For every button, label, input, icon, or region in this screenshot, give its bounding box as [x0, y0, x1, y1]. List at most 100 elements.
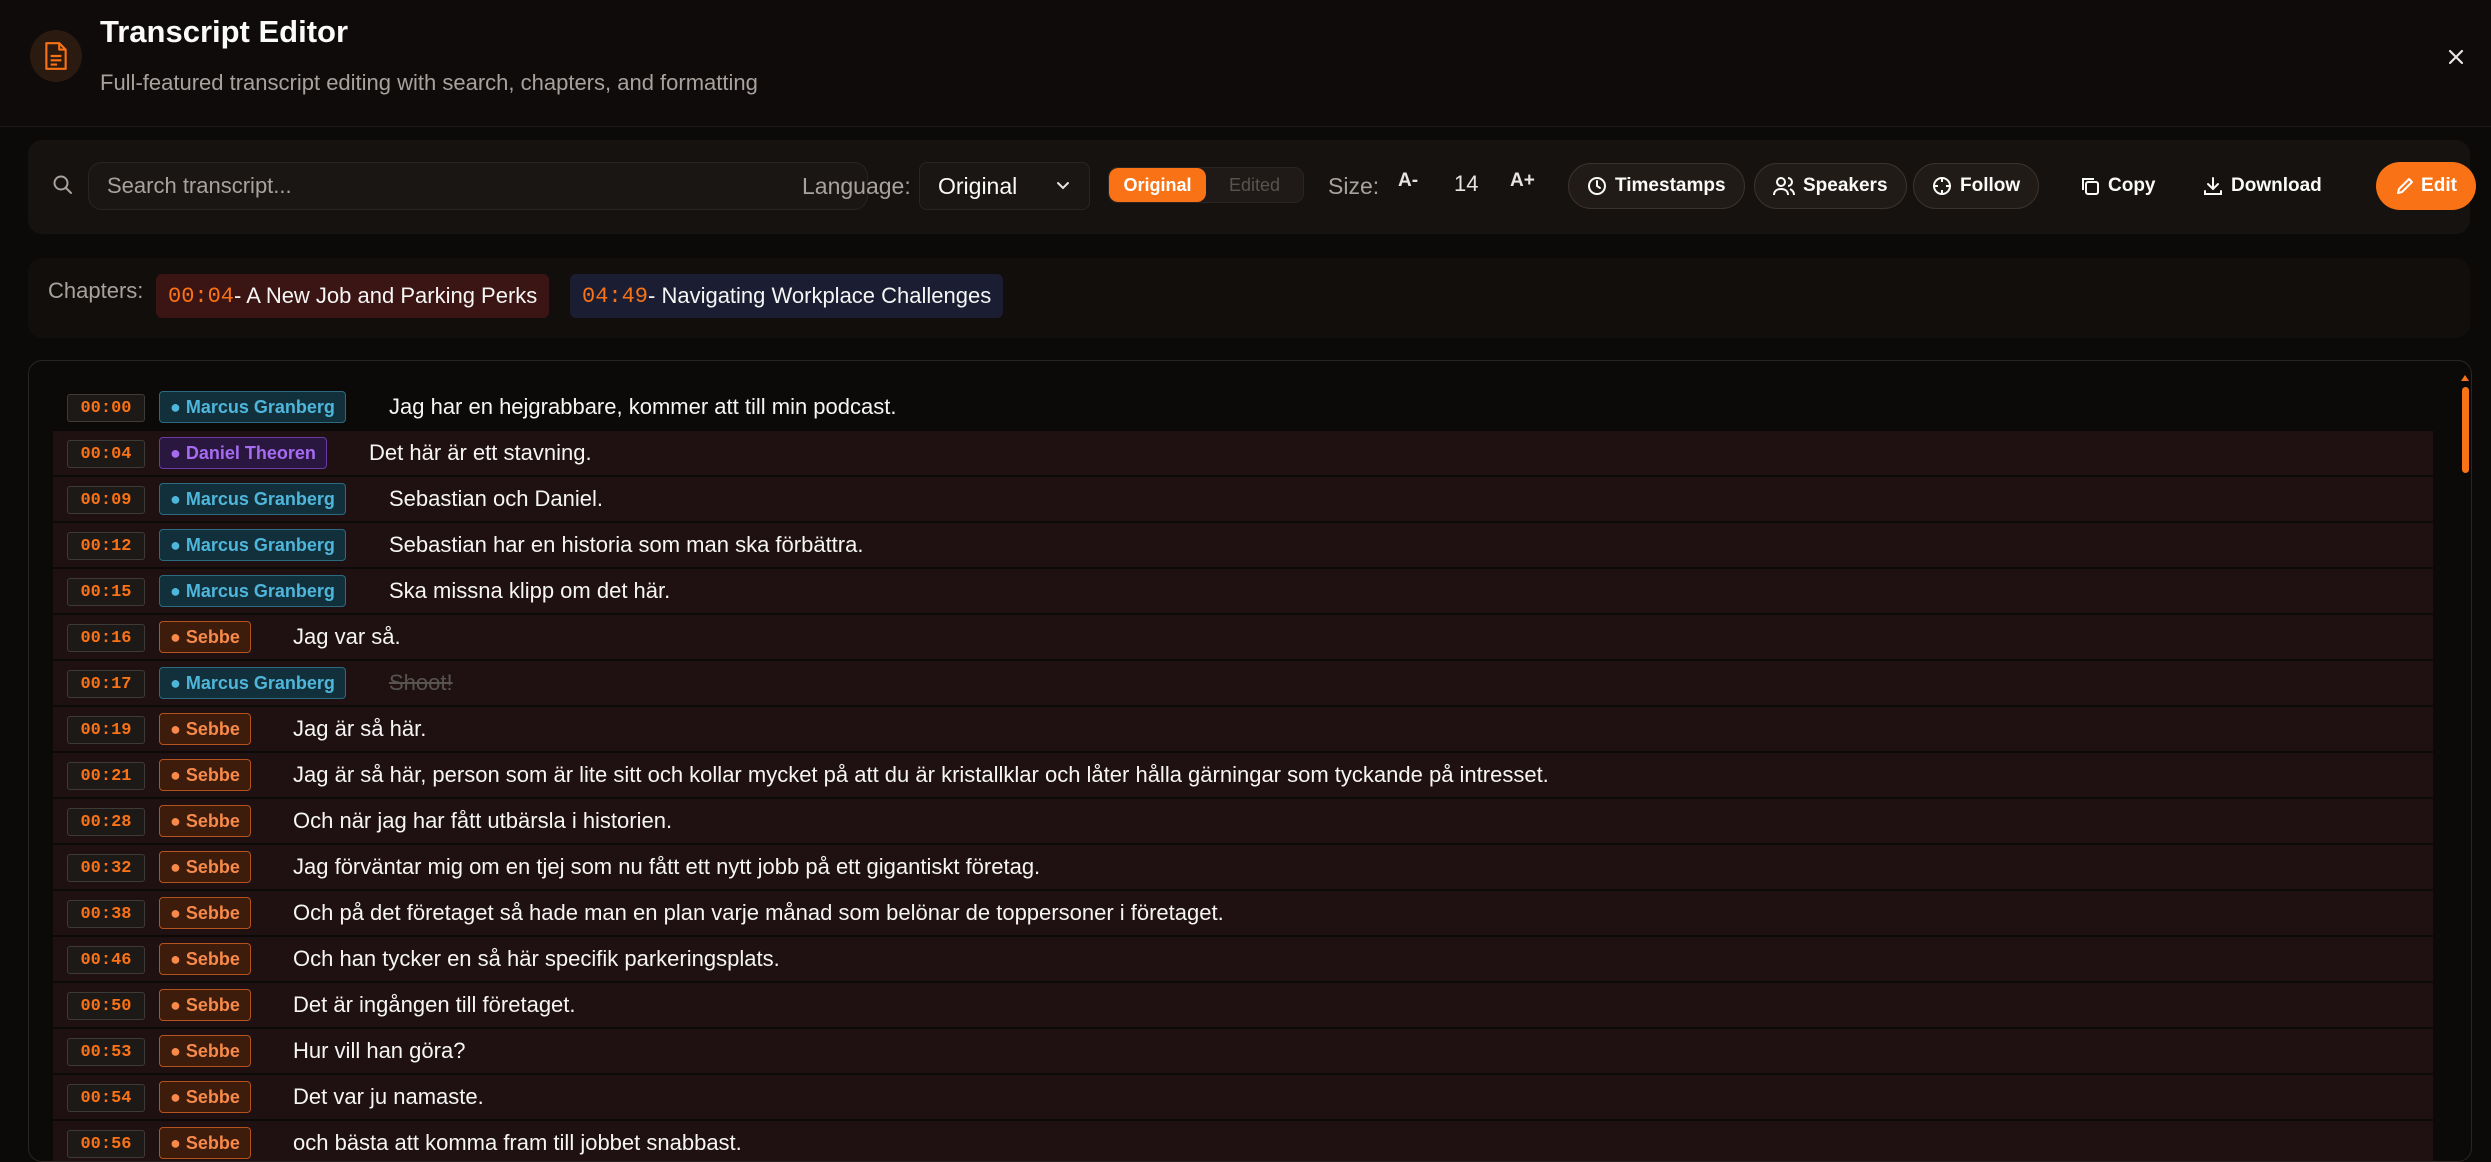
- transcript-row[interactable]: 00:32 ● Sebbe Jag förväntar mig om en tj…: [53, 845, 2433, 889]
- speaker-tag[interactable]: ● Sebbe: [159, 897, 251, 929]
- speaker-tag[interactable]: ● Sebbe: [159, 621, 251, 653]
- transcript-row[interactable]: 00:17 ● Marcus Granberg Shoot!: [53, 661, 2433, 705]
- speaker-tag[interactable]: ● Sebbe: [159, 943, 251, 975]
- segment-text[interactable]: Hur vill han göra?: [293, 1038, 465, 1064]
- page-title: Transcript Editor: [100, 14, 349, 49]
- segment-text[interactable]: och bästa att komma fram till jobbet sna…: [293, 1130, 742, 1156]
- language-select-value: Original: [938, 172, 1018, 199]
- transcript-row[interactable]: 00:46 ● Sebbe Och han tycker en så här s…: [53, 937, 2433, 981]
- close-icon[interactable]: [2439, 40, 2473, 74]
- speaker-tag[interactable]: ● Sebbe: [159, 805, 251, 837]
- segment-text[interactable]: Jag förväntar mig om en tjej som nu fått…: [293, 854, 1040, 880]
- timestamp-badge[interactable]: 00:50: [67, 992, 145, 1020]
- timestamp-badge[interactable]: 00:32: [67, 854, 145, 882]
- size-label: Size:: [1328, 173, 1380, 199]
- transcript-row[interactable]: 00:09 ● Marcus Granberg Sebastian och Da…: [53, 477, 2433, 521]
- font-decrease-button[interactable]: A-: [1398, 170, 1418, 192]
- segment-text[interactable]: Och han tycker en så här specifik parker…: [293, 946, 780, 972]
- language-select[interactable]: Original: [919, 162, 1090, 210]
- speaker-tag[interactable]: ● Sebbe: [159, 851, 251, 883]
- speaker-tag[interactable]: ● Sebbe: [159, 1035, 251, 1067]
- follow-label: Follow: [1960, 175, 2021, 196]
- font-increase-button[interactable]: A+: [1510, 170, 1535, 192]
- chapter-time: 04:49: [582, 283, 649, 309]
- speaker-tag[interactable]: ● Sebbe: [159, 713, 251, 745]
- timestamp-badge[interactable]: 00:17: [67, 670, 145, 698]
- timestamp-badge[interactable]: 00:16: [67, 624, 145, 652]
- segment-text[interactable]: Det är ingången till företaget.: [293, 992, 576, 1018]
- timestamp-badge[interactable]: 00:15: [67, 578, 145, 606]
- copy-button[interactable]: Copy: [2080, 163, 2156, 209]
- transcript-row[interactable]: 00:53 ● Sebbe Hur vill han göra?: [53, 1029, 2433, 1073]
- speaker-tag[interactable]: ● Marcus Granberg: [159, 529, 346, 561]
- edit-label: Edit: [2421, 175, 2457, 196]
- edit-button[interactable]: Edit: [2376, 162, 2476, 210]
- segment-text[interactable]: Ska missna klipp om det här.: [389, 578, 670, 604]
- timestamp-badge[interactable]: 00:53: [67, 1038, 145, 1066]
- timestamp-badge[interactable]: 00:19: [67, 716, 145, 744]
- segment-text[interactable]: Jag är så här, person som är lite sitt o…: [293, 762, 1549, 788]
- segment-text[interactable]: Shoot!: [389, 670, 453, 696]
- transcript-row[interactable]: 00:50 ● Sebbe Det är ingången till föret…: [53, 983, 2433, 1027]
- chapters-bar: Chapters: 00:04 - A New Job and Parking …: [28, 258, 2470, 338]
- search-input[interactable]: [88, 162, 868, 210]
- timestamp-badge[interactable]: 00:00: [67, 394, 145, 422]
- chapter-item[interactable]: 00:04 - A New Job and Parking Perks: [156, 274, 550, 318]
- transcript-panel[interactable]: 00:00 ● Marcus Granberg Jag har en hejgr…: [28, 360, 2472, 1162]
- toggle-original[interactable]: Original: [1109, 168, 1206, 202]
- speaker-tag[interactable]: ● Sebbe: [159, 759, 251, 791]
- scroll-up-arrow-icon[interactable]: [2461, 375, 2469, 381]
- transcript-row[interactable]: 00:28 ● Sebbe Och när jag har fått utbär…: [53, 799, 2433, 843]
- timestamp-badge[interactable]: 00:56: [67, 1130, 145, 1158]
- chevron-down-icon: [1055, 181, 1071, 191]
- speaker-tag[interactable]: ● Marcus Granberg: [159, 667, 346, 699]
- toggle-edited[interactable]: Edited: [1206, 168, 1303, 202]
- speaker-tag[interactable]: ● Sebbe: [159, 1127, 251, 1159]
- transcript-row[interactable]: 00:16 ● Sebbe Jag var så.: [53, 615, 2433, 659]
- chapter-item[interactable]: 04:49 - Navigating Workplace Challenges: [570, 274, 1004, 318]
- speaker-tag[interactable]: ● Marcus Granberg: [159, 391, 346, 423]
- timestamp-badge[interactable]: 00:38: [67, 900, 145, 928]
- timestamps-toggle[interactable]: Timestamps: [1568, 163, 1745, 209]
- timestamp-badge[interactable]: 00:28: [67, 808, 145, 836]
- timestamp-badge[interactable]: 00:09: [67, 486, 145, 514]
- document-icon: [30, 30, 82, 82]
- speakers-toggle[interactable]: Speakers: [1754, 163, 1907, 209]
- transcript-row[interactable]: 00:12 ● Marcus Granberg Sebastian har en…: [53, 523, 2433, 567]
- timestamp-badge[interactable]: 00:12: [67, 532, 145, 560]
- transcript-row[interactable]: 00:00 ● Marcus Granberg Jag har en hejgr…: [53, 385, 2433, 429]
- font-size-value: 14: [1454, 171, 1479, 196]
- speaker-tag[interactable]: ● Daniel Theoren: [159, 437, 327, 469]
- speaker-tag[interactable]: ● Sebbe: [159, 989, 251, 1021]
- transcript-row[interactable]: 00:54 ● Sebbe Det var ju namaste.: [53, 1075, 2433, 1119]
- download-button[interactable]: Download: [2203, 163, 2322, 209]
- segment-text[interactable]: Det här är ett stavning.: [369, 440, 592, 466]
- transcript-row[interactable]: 00:56 ● Sebbe och bästa att komma fram t…: [53, 1121, 2433, 1161]
- segment-text[interactable]: Och på det företaget så hade man en plan…: [293, 900, 1224, 926]
- timestamp-badge[interactable]: 00:04: [67, 440, 145, 468]
- segment-text[interactable]: Sebastian har en historia som man ska fö…: [389, 532, 863, 558]
- follow-toggle[interactable]: Follow: [1913, 163, 2040, 209]
- transcript-row[interactable]: 00:04 ● Daniel Theoren Det här är ett st…: [53, 431, 2433, 475]
- segment-text[interactable]: Jag var så.: [293, 624, 401, 650]
- speaker-tag[interactable]: ● Marcus Granberg: [159, 575, 346, 607]
- timestamp-badge[interactable]: 00:21: [67, 762, 145, 790]
- transcript-row[interactable]: 00:19 ● Sebbe Jag är så här.: [53, 707, 2433, 751]
- transcript-row[interactable]: 00:38 ● Sebbe Och på det företaget så ha…: [53, 891, 2433, 935]
- chapter-title: - Navigating Workplace Challenges: [648, 283, 992, 308]
- segment-text[interactable]: Det var ju namaste.: [293, 1084, 484, 1110]
- timestamp-badge[interactable]: 00:54: [67, 1084, 145, 1112]
- speaker-tag[interactable]: ● Sebbe: [159, 1081, 251, 1113]
- scrollbar-thumb[interactable]: [2462, 387, 2469, 473]
- transcript-row[interactable]: 00:15 ● Marcus Granberg Ska missna klipp…: [53, 569, 2433, 613]
- segment-text[interactable]: Sebastian och Daniel.: [389, 486, 603, 512]
- transcript-row[interactable]: 00:21 ● Sebbe Jag är så här, person som …: [53, 753, 2433, 797]
- chapter-time: 00:04: [168, 283, 235, 309]
- speaker-tag[interactable]: ● Marcus Granberg: [159, 483, 346, 515]
- segment-text[interactable]: Och när jag har fått utbärsla i historie…: [293, 808, 672, 834]
- segment-text[interactable]: Jag har en hejgrabbare, kommer att till …: [389, 394, 896, 420]
- segment-text[interactable]: Jag är så här.: [293, 716, 426, 742]
- clock-icon: [1587, 176, 1607, 196]
- scrollbar[interactable]: [2461, 371, 2471, 1151]
- timestamp-badge[interactable]: 00:46: [67, 946, 145, 974]
